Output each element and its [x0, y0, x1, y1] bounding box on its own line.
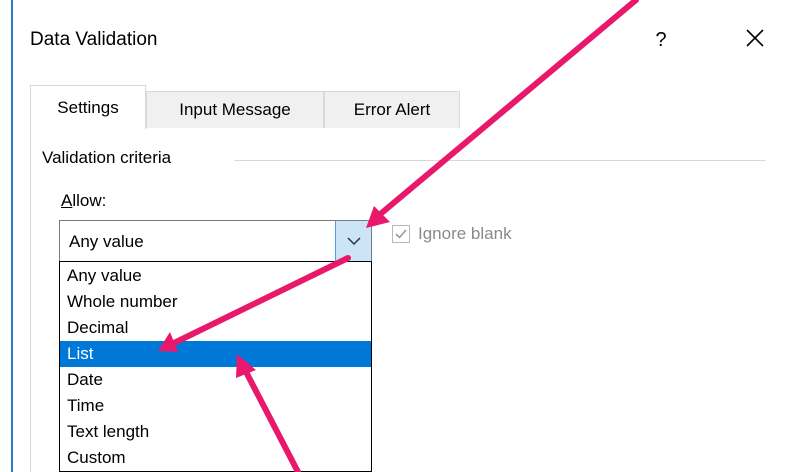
dialog-title: Data Validation: [30, 29, 158, 50]
allow-selected-value: Any value: [69, 232, 144, 251]
allow-label-text: llow:: [72, 191, 107, 210]
ignore-blank-option[interactable]: Ignore blank: [392, 224, 512, 244]
tab-error-alert[interactable]: Error Alert: [324, 91, 460, 128]
tab-settings[interactable]: Settings: [30, 85, 146, 129]
option-decimal[interactable]: Decimal: [60, 315, 371, 341]
allow-label: Allow:: [61, 191, 106, 211]
data-validation-dialog: Data Validation ? Settings Input Message…: [0, 0, 788, 472]
option-text-length[interactable]: Text length: [60, 419, 371, 445]
tab-input-message[interactable]: Input Message: [146, 91, 324, 128]
chevron-down-icon: [346, 237, 361, 246]
option-time[interactable]: Time: [60, 393, 371, 419]
checkmark-icon: [395, 229, 407, 239]
help-button[interactable]: ?: [646, 24, 676, 56]
close-button[interactable]: [736, 22, 776, 56]
option-list[interactable]: List: [60, 341, 371, 367]
ignore-blank-checkbox[interactable]: [392, 225, 410, 243]
ignore-blank-label: Ignore blank: [418, 224, 512, 243]
allow-dropdown-button[interactable]: [335, 221, 371, 261]
option-date[interactable]: Date: [60, 367, 371, 393]
allow-dropdown-list: Any value Whole number Decimal List Date…: [59, 261, 372, 472]
allow-label-accelerator: A: [61, 191, 73, 210]
option-any-value[interactable]: Any value: [60, 263, 371, 289]
option-whole-number[interactable]: Whole number: [60, 289, 371, 315]
validation-criteria-label: Validation criteria: [42, 148, 180, 168]
close-icon: [746, 29, 764, 47]
allow-combobox[interactable]: Any value: [59, 220, 372, 262]
group-divider: [234, 160, 766, 161]
option-custom[interactable]: Custom: [60, 445, 371, 471]
window-edge: [11, 0, 13, 472]
